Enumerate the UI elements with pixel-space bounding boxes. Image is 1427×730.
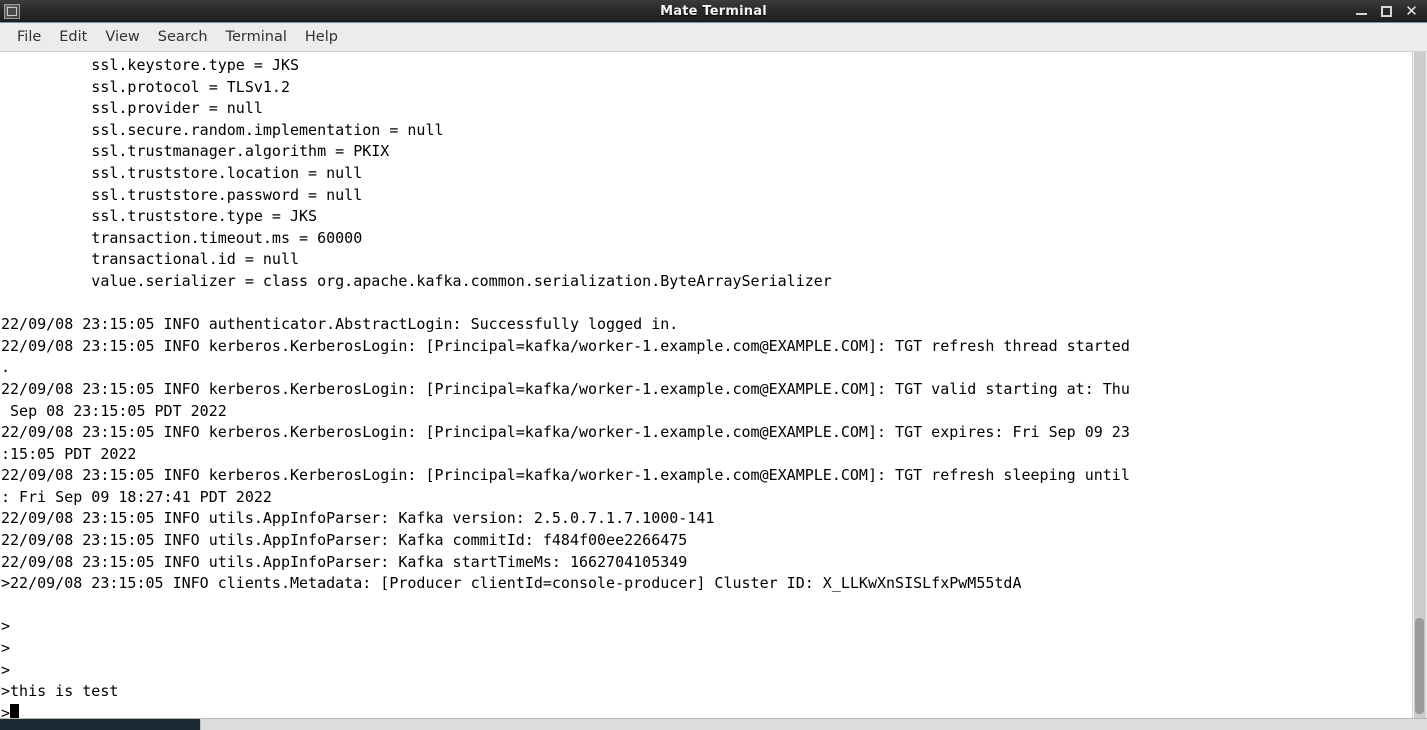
terminal-line: 22/09/08 23:15:05 INFO kerberos.Kerberos… xyxy=(1,423,1130,442)
terminal-line: :15:05 PDT 2022 xyxy=(1,444,137,463)
taskbar-active-window[interactable] xyxy=(0,719,200,730)
terminal-output[interactable]: ssl.keystore.type = JKS ssl.protocol = T… xyxy=(0,52,1412,718)
terminal-line: ssl.truststore.type = JKS xyxy=(1,207,318,226)
menubar: File Edit View Search Terminal Help xyxy=(0,23,1427,52)
terminal-line: transactional.id = null xyxy=(1,250,300,269)
terminal-line: 22/09/08 23:15:05 INFO utils.AppInfoPars… xyxy=(1,531,688,550)
terminal-line: 22/09/08 23:15:05 INFO kerberos.Kerberos… xyxy=(1,336,1130,355)
terminal-line: >this is test xyxy=(1,682,119,701)
terminal-prompt: > xyxy=(1,703,11,718)
terminal-line: ssl.keystore.type = JKS xyxy=(1,56,300,74)
maximize-button[interactable] xyxy=(1380,5,1393,18)
terminal-line: 22/09/08 23:15:05 INFO utils.AppInfoPars… xyxy=(1,509,715,528)
taskbar-empty-area xyxy=(200,719,1427,730)
terminal-line: . xyxy=(1,358,11,377)
terminal-line: >22/09/08 23:15:05 INFO clients.Metadata… xyxy=(1,574,1022,593)
terminal-line: 22/09/08 23:15:05 INFO utils.AppInfoPars… xyxy=(1,552,688,571)
close-button[interactable]: ✕ xyxy=(1405,3,1418,18)
menu-item-help[interactable]: Help xyxy=(296,26,347,48)
terminal-line: > xyxy=(1,660,11,679)
terminal-area: ssl.keystore.type = JKS ssl.protocol = T… xyxy=(0,52,1427,718)
terminal-line: ssl.protocol = TLSv1.2 xyxy=(1,77,290,96)
window-title: Mate Terminal xyxy=(660,3,767,19)
terminal-line: ssl.trustmanager.algorithm = PKIX xyxy=(1,142,390,161)
menu-item-file[interactable]: File xyxy=(8,26,50,48)
menu-item-view[interactable]: View xyxy=(96,26,148,48)
desktop-taskbar xyxy=(0,718,1427,730)
terminal-line: Sep 08 23:15:05 PDT 2022 xyxy=(1,401,227,420)
terminal-icon xyxy=(4,3,20,19)
terminal-line: : Fri Sep 09 18:27:41 PDT 2022 xyxy=(1,487,272,506)
menu-item-search[interactable]: Search xyxy=(149,26,217,48)
terminal-line: > xyxy=(1,639,11,658)
terminal-line: 22/09/08 23:15:05 INFO kerberos.Kerberos… xyxy=(1,379,1130,398)
terminal-cursor xyxy=(10,703,20,718)
terminal-input-line[interactable]: > xyxy=(1,703,1412,718)
scrollbar-thumb[interactable] xyxy=(1415,618,1424,714)
menu-item-edit[interactable]: Edit xyxy=(50,26,96,48)
terminal-line: > xyxy=(1,617,11,636)
terminal-line: 22/09/08 23:15:05 INFO authenticator.Abs… xyxy=(1,315,679,334)
terminal-line: ssl.truststore.password = null xyxy=(1,185,363,204)
terminal-line: 22/09/08 23:15:05 INFO kerberos.Kerberos… xyxy=(1,466,1130,485)
menu-item-terminal[interactable]: Terminal xyxy=(217,26,296,48)
minimize-button[interactable] xyxy=(1355,5,1368,18)
terminal-line: value.serializer = class org.apache.kafk… xyxy=(1,271,832,290)
terminal-line: ssl.secure.random.implementation = null xyxy=(1,120,444,139)
terminal-line: ssl.truststore.location = null xyxy=(1,163,363,182)
vertical-scrollbar[interactable] xyxy=(1412,52,1427,718)
window-controls: ✕ xyxy=(1355,3,1427,18)
mate-terminal-window: Mate Terminal ✕ File Edit View Search Te… xyxy=(0,0,1427,730)
terminal-line: ssl.provider = null xyxy=(1,99,263,118)
window-titlebar[interactable]: Mate Terminal ✕ xyxy=(0,0,1427,23)
terminal-line: transaction.timeout.ms = 60000 xyxy=(1,228,363,247)
